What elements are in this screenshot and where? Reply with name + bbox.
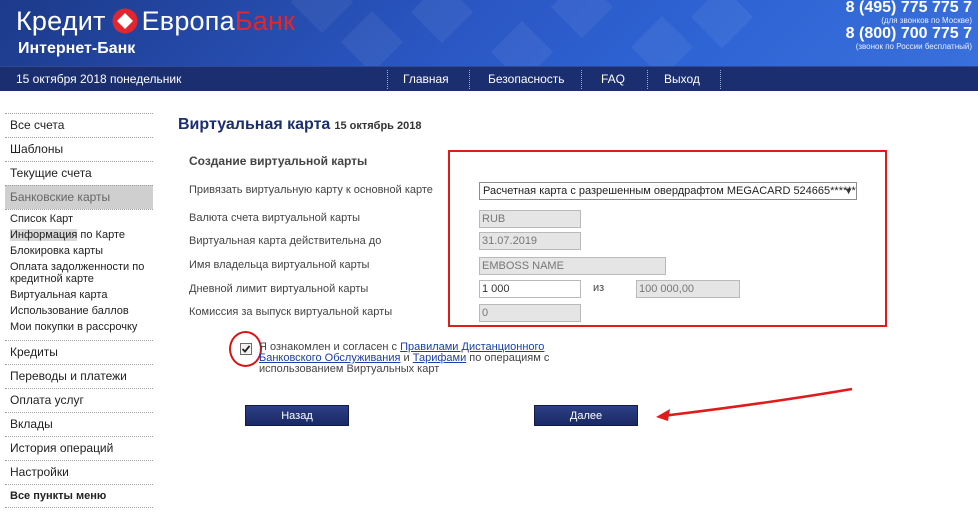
nav-divider bbox=[647, 70, 648, 89]
submenu-highlight: Информация bbox=[10, 229, 78, 241]
sidebar-item-templates[interactable]: Шаблоны bbox=[5, 137, 153, 161]
valid-until-label: Виртуальная карта действительна до bbox=[189, 235, 382, 247]
page-title-text: Виртуальная карта bbox=[178, 116, 331, 133]
internet-bank-title: Интернет-Банк bbox=[18, 40, 136, 57]
nav-home[interactable]: Главная bbox=[403, 72, 449, 86]
contact-phones: 8 (495) 775 775 7 (для звонков по Москве… bbox=[772, 0, 972, 52]
link-card-label: Привязать виртуальную карту к основной к… bbox=[189, 184, 433, 196]
sidebar-item-all-accounts[interactable]: Все счета bbox=[5, 113, 153, 137]
submenu-installments[interactable]: Мои покупки в рассрочку bbox=[10, 321, 153, 333]
brand-name-part1: Кредит bbox=[16, 5, 106, 36]
sidebar-item-transfers[interactable]: Переводы и платежи bbox=[5, 364, 153, 388]
sidebar-menu: Все счета Шаблоны Текущие счета Банковск… bbox=[5, 113, 153, 508]
sidebar-item-current-accounts[interactable]: Текущие счета bbox=[5, 161, 153, 185]
nav-logout[interactable]: Выход bbox=[664, 72, 700, 86]
back-button[interactable]: Назад bbox=[245, 405, 349, 426]
submenu-credit-payment[interactable]: Оплата задолженности по кредитной карте bbox=[10, 261, 153, 285]
issue-fee-label: Комиссия за выпуск виртуальной карты bbox=[189, 306, 393, 318]
currency-label: Валюта счета виртуальной карты bbox=[189, 212, 360, 224]
site-header: Кредит Европа Банк Интернет-Банк 8 (495)… bbox=[0, 0, 978, 66]
nav-divider bbox=[720, 70, 721, 89]
nav-divider bbox=[581, 70, 582, 89]
nav-faq[interactable]: FAQ bbox=[601, 72, 625, 86]
submenu-card-info[interactable]: Информация по Карте bbox=[10, 229, 153, 241]
brand-name-part2: Европа bbox=[141, 5, 235, 36]
form-highlight-box bbox=[448, 150, 887, 327]
nav-divider bbox=[469, 70, 470, 89]
page-title-date: 15 октябрь 2018 bbox=[334, 120, 422, 132]
phone-russia: 8 (800) 700 775 7 bbox=[845, 25, 972, 42]
brand-name-part3: Банк bbox=[234, 5, 296, 36]
owner-name-label: Имя владельца виртуальной карты bbox=[189, 259, 370, 271]
checkbox-highlight-circle bbox=[229, 331, 262, 367]
sidebar-item-all-menu[interactable]: Все пункты меню bbox=[5, 484, 153, 508]
bank-logo[interactable]: Кредит Европа Банк bbox=[16, 4, 295, 38]
current-date: 15 октября 2018 понедельник bbox=[16, 72, 182, 86]
top-navbar: 15 октября 2018 понедельник Главная Безо… bbox=[0, 66, 978, 91]
form-title: Создание виртуальной карты bbox=[189, 154, 368, 168]
next-button[interactable]: Далее bbox=[534, 405, 638, 426]
phone-russia-note: (звонок по России бесплатный) bbox=[855, 42, 972, 51]
submenu-virtual-card[interactable]: Виртуальная карта bbox=[10, 289, 153, 301]
sidebar-item-bank-cards[interactable]: Банковские карты bbox=[5, 185, 153, 209]
agreement-text: Я ознакомлен и согласен с Правилами Дист… bbox=[259, 341, 550, 375]
submenu-card-block[interactable]: Блокировка карты bbox=[10, 245, 153, 257]
phone-moscow: 8 (495) 775 775 7 bbox=[845, 0, 972, 16]
nav-divider bbox=[387, 70, 388, 89]
submenu-bonus-points[interactable]: Использование баллов bbox=[10, 305, 153, 317]
logo-diamond-icon bbox=[112, 8, 138, 34]
sidebar-item-services-payment[interactable]: Оплата услуг bbox=[5, 388, 153, 412]
submenu-card-list[interactable]: Список Карт bbox=[10, 213, 153, 225]
sidebar-item-deposits[interactable]: Вклады bbox=[5, 412, 153, 436]
nav-security[interactable]: Безопасность bbox=[488, 72, 565, 86]
annotation-arrow-icon bbox=[656, 387, 853, 421]
sidebar-submenu-cards: Список Карт Информация по Карте Блокиров… bbox=[5, 209, 153, 340]
sidebar-item-loans[interactable]: Кредиты bbox=[5, 340, 153, 364]
daily-limit-label: Дневной лимит виртуальной карты bbox=[189, 283, 369, 295]
page-title: Виртуальная карта 15 октябрь 2018 bbox=[178, 116, 421, 134]
sidebar-item-history[interactable]: История операций bbox=[5, 436, 153, 460]
sidebar-item-settings[interactable]: Настройки bbox=[5, 460, 153, 484]
